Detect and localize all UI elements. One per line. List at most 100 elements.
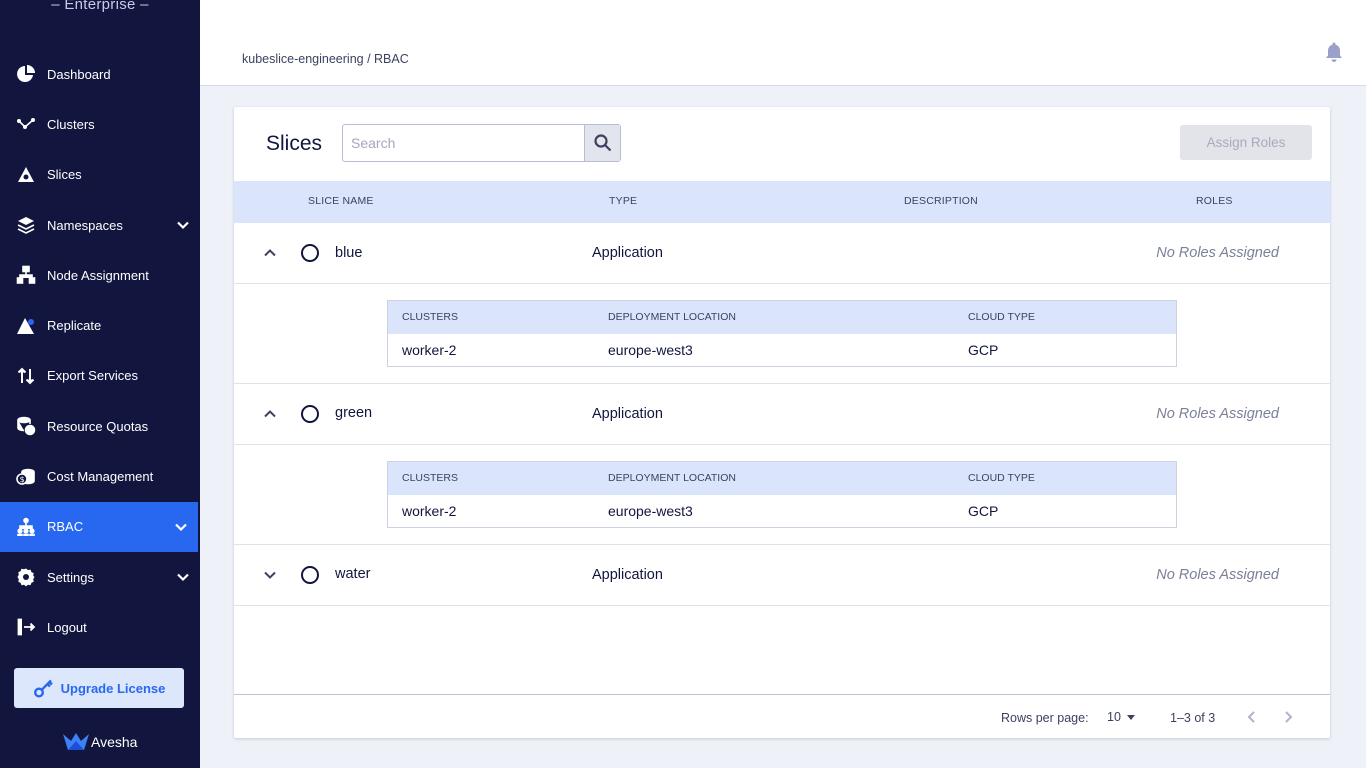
- subtable-row: worker-2 europe-west3 GCP: [388, 334, 1176, 366]
- chevron-down-icon[interactable]: [176, 570, 190, 584]
- chevron-down-icon[interactable]: [176, 218, 190, 232]
- subcolumn-deployment-location: DEPLOYMENT LOCATION: [608, 311, 736, 323]
- notification-bell-icon[interactable]: [1324, 41, 1344, 63]
- slice-name: green: [335, 405, 373, 421]
- row-radio[interactable]: [301, 244, 319, 262]
- sidebar-item-label: Resource Quotas: [47, 418, 149, 434]
- resource-quotas-icon: [15, 415, 37, 437]
- subtable-row: worker-2 europe-west3 GCP: [388, 495, 1176, 527]
- subcolumn-deployment-location: DEPLOYMENT LOCATION: [608, 472, 736, 484]
- column-header-roles[interactable]: ROLES: [1196, 195, 1233, 207]
- sidebar-item-logout[interactable]: Logout: [0, 602, 200, 652]
- upgrade-license-label: Upgrade License: [60, 680, 166, 696]
- table-header: SLICE NAME TYPE DESCRIPTION ROLES: [234, 181, 1330, 223]
- slice-roles: No Roles Assigned: [1156, 245, 1279, 261]
- search-input[interactable]: [343, 125, 584, 161]
- avesha-logo: Avesha: [62, 731, 137, 753]
- pagination-range: 1–3 of 3: [1170, 711, 1216, 725]
- cloud-type: GCP: [968, 503, 999, 519]
- subcolumn-cloud-type: CLOUD TYPE: [968, 472, 1035, 484]
- chevron-down-icon[interactable]: [174, 520, 188, 534]
- table-row[interactable]: green Application No Roles Assigned: [234, 384, 1330, 445]
- slice-name: blue: [335, 245, 363, 261]
- subcolumn-cloud-type: CLOUD TYPE: [968, 311, 1035, 323]
- slice-roles: No Roles Assigned: [1156, 406, 1279, 422]
- upgrade-license-button[interactable]: Upgrade License: [14, 668, 184, 708]
- crown-logo-icon: [63, 733, 89, 750]
- sidebar-item-label: Namespaces: [47, 217, 123, 233]
- sidebar-item-export-services[interactable]: Export Services: [0, 351, 200, 401]
- deployment-location: europe-west3: [608, 503, 693, 519]
- clusters-subtable: CLUSTERS DEPLOYMENT LOCATION CLOUD TYPE …: [387, 300, 1177, 367]
- sidebar-item-cost-management[interactable]: $ Cost Management: [0, 451, 200, 501]
- top-header: kubeslice-engineering / RBAC: [200, 0, 1366, 86]
- slice-type: Application: [592, 567, 663, 583]
- subcolumn-clusters: CLUSTERS: [402, 311, 459, 323]
- cluster-name: worker-2: [402, 503, 457, 519]
- sidebar-item-settings[interactable]: Settings: [0, 552, 200, 602]
- sidebar-item-label: Dashboard: [47, 66, 111, 82]
- brand-edition: – Enterprise –: [51, 0, 149, 13]
- sidebar-item-label: RBAC: [47, 519, 84, 535]
- sidebar-item-node-assignment[interactable]: Node Assignment: [0, 250, 200, 300]
- sidebar-item-label: Logout: [47, 619, 87, 635]
- sidebar-item-slices[interactable]: Slices: [0, 150, 200, 200]
- chevron-down-icon[interactable]: [262, 567, 278, 583]
- sidebar-nav: Dashboard Clusters Slices Namespaces Nod…: [0, 49, 200, 653]
- row-radio[interactable]: [301, 566, 319, 584]
- column-header-slice-name[interactable]: SLICE NAME: [308, 195, 374, 207]
- sidebar-item-label: Export Services: [47, 368, 139, 384]
- row-radio[interactable]: [301, 405, 319, 423]
- gear-icon: [15, 566, 37, 588]
- sidebar-item-clusters[interactable]: Clusters: [0, 99, 200, 149]
- cluster-name: worker-2: [402, 342, 457, 358]
- slice-detail-panel: CLUSTERS DEPLOYMENT LOCATION CLOUD TYPE …: [234, 284, 1330, 384]
- deployment-location: europe-west3: [608, 342, 693, 358]
- node-assignment-icon: [15, 264, 37, 286]
- svg-text:$: $: [20, 475, 25, 484]
- key-icon: [33, 679, 53, 698]
- layers-icon: [15, 214, 37, 236]
- subtable-header: CLUSTERS DEPLOYMENT LOCATION CLOUD TYPE: [388, 301, 1176, 334]
- slices-icon: [15, 164, 37, 186]
- sidebar-item-resource-quotas[interactable]: Resource Quotas: [0, 401, 200, 451]
- slice-roles: No Roles Assigned: [1156, 567, 1279, 583]
- search-box: [342, 124, 621, 162]
- pie-chart-icon: [15, 63, 37, 85]
- pagination-bar: Rows per page: 10 1–3 of 3: [234, 694, 1330, 738]
- rows-per-page-value: 10: [1107, 710, 1121, 724]
- rows-per-page-label: Rows per page:: [1001, 711, 1089, 725]
- logo-text: Avesha: [91, 734, 138, 750]
- sidebar-item-rbac[interactable]: RBAC: [0, 501, 198, 552]
- column-header-type[interactable]: TYPE: [609, 195, 637, 207]
- slice-detail-panel: CLUSTERS DEPLOYMENT LOCATION CLOUD TYPE …: [234, 445, 1330, 545]
- search-button[interactable]: [584, 125, 620, 161]
- sidebar-item-dashboard[interactable]: Dashboard: [0, 49, 200, 99]
- assign-roles-button[interactable]: Assign Roles: [1180, 125, 1312, 160]
- subcolumn-clusters: CLUSTERS: [402, 472, 459, 484]
- rbac-icon: [15, 516, 37, 538]
- cloud-type: GCP: [968, 342, 999, 358]
- sidebar-item-namespaces[interactable]: Namespaces: [0, 200, 200, 250]
- breadcrumb: kubeslice-engineering / RBAC: [242, 52, 409, 66]
- sidebar-item-label: Slices: [47, 167, 82, 183]
- rows-per-page-select[interactable]: 10: [1107, 710, 1136, 724]
- previous-page-button[interactable]: [1243, 708, 1261, 726]
- slice-name: water: [335, 566, 371, 582]
- sidebar-item-label: Clusters: [47, 116, 95, 132]
- chevron-up-icon[interactable]: [262, 406, 278, 422]
- sidebar-item-label: Replicate: [47, 318, 102, 334]
- export-arrows-icon: [15, 365, 37, 387]
- slice-type: Application: [592, 406, 663, 422]
- table-row[interactable]: blue Application No Roles Assigned: [234, 223, 1330, 284]
- cost-icon: $: [15, 466, 37, 488]
- slice-type: Application: [592, 245, 663, 261]
- search-icon: [593, 134, 611, 152]
- chevron-right-icon: [1285, 711, 1293, 723]
- sidebar-item-replicate[interactable]: Replicate: [0, 300, 200, 350]
- chevron-up-icon[interactable]: [262, 245, 278, 261]
- table-row[interactable]: water Application No Roles Assigned: [234, 545, 1330, 606]
- column-header-description[interactable]: DESCRIPTION: [904, 195, 978, 207]
- next-page-button[interactable]: [1279, 708, 1297, 726]
- sidebar-item-label: Node Assignment: [47, 267, 149, 283]
